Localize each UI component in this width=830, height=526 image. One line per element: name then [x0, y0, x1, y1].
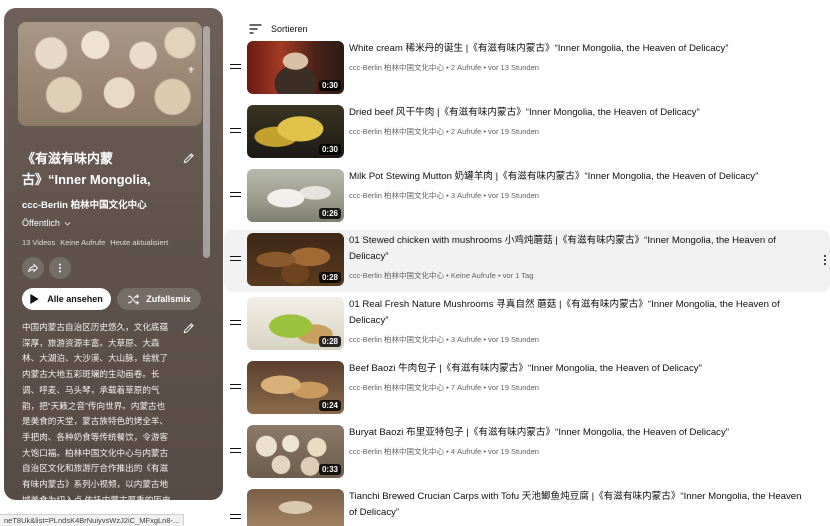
video-views: 2 Aufrufe [450, 63, 482, 72]
playlist-video-row[interactable]: 0:28 01 Real Fresh Nature Mushrooms 寻真自然… [224, 294, 830, 356]
video-age: vor 19 Stunden [488, 335, 539, 344]
video-channel[interactable]: ccc-Berlin 柏林中国文化中心 [349, 63, 444, 72]
video-duration: 0:30 [318, 80, 341, 91]
video-channel[interactable]: ccc-Berlin 柏林中国文化中心 [349, 383, 444, 392]
drag-handle-icon[interactable] [230, 192, 241, 200]
video-duration: 0:28 [318, 272, 341, 283]
video-title[interactable]: 01 Stewed chicken with mushrooms 小鸡炖蘑菇 |… [349, 233, 809, 264]
playlist-stats: 13 Videos Keine Aufrufe Heute aktualisie… [22, 238, 168, 247]
video-duration: 0:33 [318, 464, 341, 475]
edit-description-pencil-icon[interactable] [182, 321, 196, 335]
video-thumbnail[interactable]: 0:26 [247, 169, 344, 222]
share-button[interactable] [22, 257, 44, 279]
video-channel[interactable]: ccc-Berlin 柏林中国文化中心 [349, 447, 444, 456]
play-all-button[interactable]: Alle ansehen [22, 288, 111, 310]
edit-title-pencil-icon[interactable] [182, 151, 196, 165]
video-thumbnail[interactable]: 0:30 [247, 41, 344, 94]
video-age: vor 19 Stunden [488, 383, 539, 392]
video-action-menu-icon[interactable] [822, 255, 828, 267]
channel-logo-watermark: ⚜ [186, 65, 196, 75]
visibility-label: Öffentlich [22, 218, 60, 228]
video-views: 4 Aufrufe [450, 447, 482, 456]
drag-handle-icon[interactable] [230, 128, 241, 136]
view-count: Keine Aufrufe [60, 238, 106, 247]
shuffle-label: Zufallsmix [146, 294, 191, 304]
video-age: vor 19 Stunden [488, 447, 539, 456]
video-title[interactable]: Buryat Baozi 布里亚特包子 |《有滋有味内蒙古》“Inner Mon… [349, 425, 809, 441]
playlist-video-row-hovered[interactable]: 0:28 01 Stewed chicken with mushrooms 小鸡… [224, 230, 830, 292]
drag-handle-icon[interactable] [230, 320, 241, 328]
playlist-title: 《有滋有味内蒙古》“Inner Mongolia, the Heaven of.… [22, 151, 151, 187]
chevron-down-icon [64, 221, 71, 226]
video-title[interactable]: Tianchi Brewed Crucian Carps with Tofu 天… [349, 489, 809, 520]
video-views: 2 Aufrufe [450, 127, 482, 136]
video-meta: ccc-Berlin 柏林中国文化中心 • 2 Aufrufe • vor 19… [349, 127, 539, 136]
video-title[interactable]: White cream 稀米丹的诞生 |《有滋有味内蒙古》“Inner Mong… [349, 41, 809, 57]
video-duration: 0:24 [318, 400, 341, 411]
playlist-video-row[interactable]: Tianchi Brewed Crucian Carps with Tofu 天… [224, 486, 830, 526]
video-duration: 0:26 [318, 208, 341, 219]
updated-date: Heute aktualisiert [110, 238, 169, 247]
video-thumbnail[interactable]: 0:24 [247, 361, 344, 414]
drag-handle-icon[interactable] [230, 64, 241, 72]
playlist-channel-name[interactable]: ccc-Berlin 柏林中国文化中心 [22, 197, 147, 211]
video-duration: 0:28 [318, 336, 341, 347]
playlist-video-row[interactable]: 0:24 Beef Baozi 牛肉包子 |《有滋有味内蒙古》“Inner Mo… [224, 358, 830, 420]
shuffle-button[interactable]: Zufallsmix [117, 288, 201, 310]
video-channel[interactable]: ccc-Berlin 柏林中国文化中心 [349, 271, 444, 280]
video-views: 3 Aufrufe [450, 335, 482, 344]
sort-icon [249, 24, 262, 34]
video-views: 3 Aufrufe [450, 191, 482, 200]
share-arrow-icon [28, 263, 39, 273]
video-thumbnail[interactable]: 0:33 [247, 425, 344, 478]
drag-handle-icon[interactable] [230, 384, 241, 392]
more-actions-button[interactable] [49, 257, 71, 279]
video-meta: ccc-Berlin 柏林中国文化中心 • 3 Aufrufe • vor 19… [349, 191, 539, 200]
video-age: vor 1 Tag [502, 271, 534, 280]
video-thumbnail[interactable]: 0:28 [247, 233, 344, 286]
video-duration: 0:30 [318, 144, 341, 155]
video-views: Keine Aufrufe [450, 271, 496, 280]
video-thumbnail[interactable]: 0:30 [247, 105, 344, 158]
drag-handle-icon[interactable] [230, 448, 241, 456]
playlist-header-panel: ⚜ 《有滋有味内蒙古》“Inner Mongolia, the Heaven o… [4, 8, 223, 500]
video-thumbnail[interactable]: 0:28 [247, 297, 344, 350]
play-icon [30, 294, 39, 304]
video-title[interactable]: Dried beef 风干牛肉 |《有滋有味内蒙古》“Inner Mongoli… [349, 105, 809, 121]
playlist-video-row[interactable]: 0:30 Dried beef 风干牛肉 |《有滋有味内蒙古》“Inner Mo… [224, 102, 830, 164]
video-title[interactable]: 01 Real Fresh Nature Mushrooms 寻真自然 蘑菇 |… [349, 297, 809, 328]
video-channel[interactable]: ccc-Berlin 柏林中国文化中心 [349, 191, 444, 200]
video-count: 13 Videos [22, 238, 56, 247]
playlist-thumbnail[interactable]: ⚜ [18, 22, 202, 126]
visibility-dropdown[interactable]: Öffentlich [22, 218, 72, 228]
video-meta: ccc-Berlin 柏林中国文化中心 • 2 Aufrufe • vor 13… [349, 63, 539, 72]
video-views: 7 Aufrufe [450, 383, 482, 392]
video-age: vor 19 Stunden [488, 127, 539, 136]
playlist-description: 中国内蒙古自治区历史悠久，文化底蕴深厚，旅游资源丰富。大草原、大森林、大湖泊、大… [22, 322, 171, 500]
shuffle-icon [128, 293, 140, 305]
playlist-video-row[interactable]: 0:26 Milk Pot Stewing Mutton 奶罐羊肉 |《有滋有味… [224, 166, 830, 228]
video-meta: ccc-Berlin 柏林中国文化中心 • Keine Aufrufe • vo… [349, 271, 534, 280]
sort-label: Sortieren [271, 24, 308, 34]
video-meta: ccc-Berlin 柏林中国文化中心 • 4 Aufrufe • vor 19… [349, 447, 539, 456]
panel-scrollbar[interactable] [203, 26, 210, 258]
video-channel[interactable]: ccc-Berlin 柏林中国文化中心 [349, 127, 444, 136]
video-channel[interactable]: ccc-Berlin 柏林中国文化中心 [349, 335, 444, 344]
video-meta: ccc-Berlin 柏林中国文化中心 • 7 Aufrufe • vor 19… [349, 383, 539, 392]
video-age: vor 13 Stunden [488, 63, 539, 72]
video-thumbnail[interactable] [247, 489, 344, 526]
more-vert-icon [59, 263, 61, 273]
video-title[interactable]: Milk Pot Stewing Mutton 奶罐羊肉 |《有滋有味内蒙古》“… [349, 169, 809, 185]
status-bar-url: neT8Uk&list=PLndsK4BrNuiyvsWzJ2iC_MFxgLn… [0, 514, 185, 526]
sort-button[interactable]: Sortieren [249, 24, 308, 34]
playlist-video-row[interactable]: 0:30 White cream 稀米丹的诞生 |《有滋有味内蒙古》“Inner… [224, 38, 830, 100]
video-title[interactable]: Beef Baozi 牛肉包子 |《有滋有味内蒙古》“Inner Mongoli… [349, 361, 809, 377]
drag-handle-icon[interactable] [230, 514, 241, 522]
playlist-video-row[interactable]: 0:33 Buryat Baozi 布里亚特包子 |《有滋有味内蒙古》“Inne… [224, 422, 830, 484]
drag-handle-icon[interactable] [230, 256, 241, 264]
play-all-label: Alle ansehen [47, 294, 103, 304]
video-meta: ccc-Berlin 柏林中国文化中心 • 3 Aufrufe • vor 19… [349, 335, 539, 344]
video-age: vor 19 Stunden [488, 191, 539, 200]
